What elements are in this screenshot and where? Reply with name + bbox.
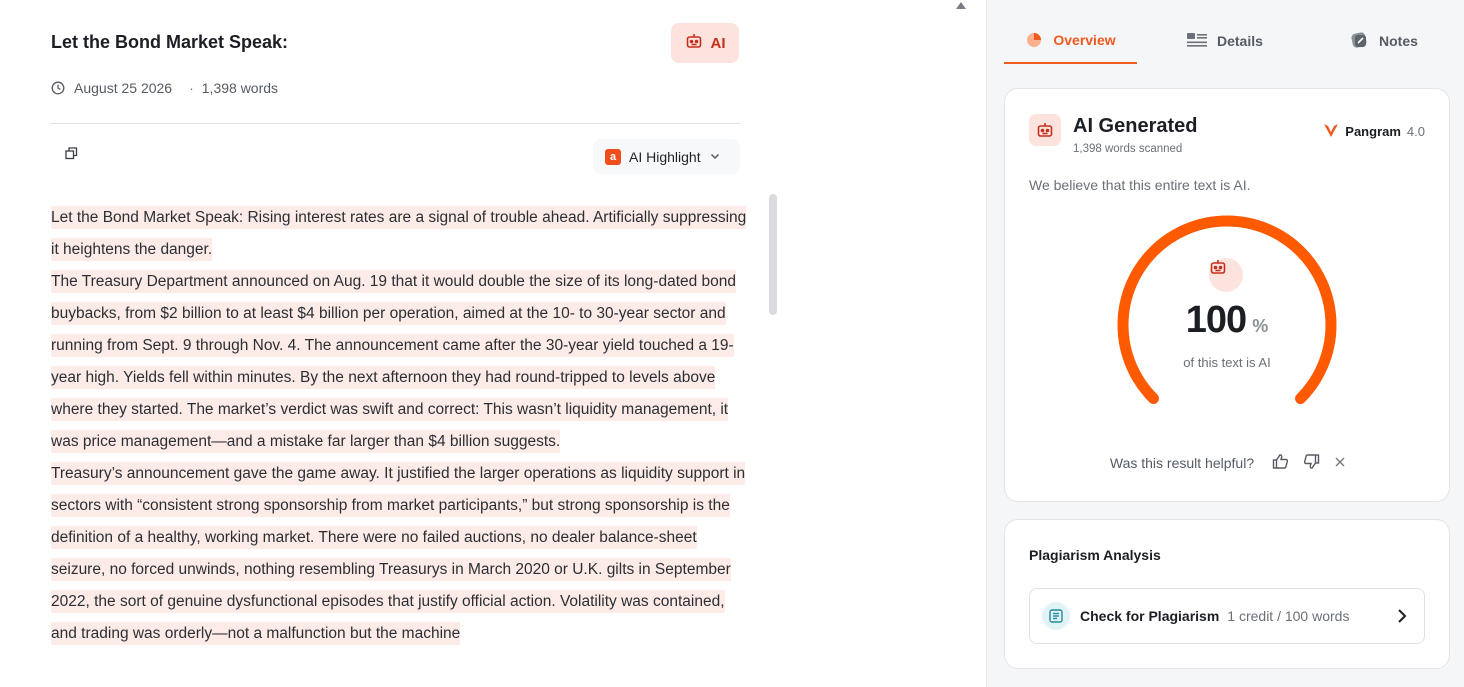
robot-icon bbox=[685, 32, 703, 54]
check-plagiarism-label: Check for Plagiarism bbox=[1080, 608, 1220, 624]
document-title: Let the Bond Market Speak: bbox=[51, 32, 289, 52]
chevron-down-icon bbox=[709, 149, 721, 165]
brand-version: 4.0 bbox=[1406, 124, 1425, 139]
words-scanned: 1,398 words scanned bbox=[1073, 143, 1183, 155]
plagiarism-credit-cost: 1 credit / 100 words bbox=[1227, 608, 1350, 624]
check-plagiarism-button[interactable]: Check for Plagiarism 1 credit / 100 word… bbox=[1029, 588, 1425, 644]
scroll-up-arrow[interactable] bbox=[956, 2, 966, 9]
thumbs-up-icon[interactable] bbox=[1272, 453, 1289, 473]
text-scrollbar[interactable] bbox=[769, 194, 777, 315]
ai-highlighted-text: Treasury’s announcement gave the game aw… bbox=[51, 462, 746, 645]
ai-result-card: AI Generated 1,398 words scanned Pangram… bbox=[1004, 88, 1450, 502]
divider bbox=[50, 123, 740, 124]
ai-percentage: 100 % bbox=[1115, 299, 1339, 342]
tab-overview-label: Overview bbox=[1053, 32, 1116, 48]
copy-button[interactable] bbox=[63, 147, 79, 165]
result-statement: We believe that this entire text is AI. bbox=[1029, 177, 1251, 193]
plagiarism-scan-icon bbox=[1042, 602, 1070, 630]
plagiarism-title: Plagiarism Analysis bbox=[1029, 547, 1161, 563]
ai-badge-label: AI bbox=[710, 34, 726, 52]
tab-details[interactable]: Details bbox=[1187, 18, 1263, 64]
result-title: AI Generated bbox=[1073, 115, 1198, 137]
copy-icon bbox=[64, 147, 78, 165]
document-word-count: 1,398 words bbox=[201, 80, 279, 96]
plagiarism-card: Plagiarism Analysis Check for Plagiarism… bbox=[1004, 519, 1450, 669]
close-icon[interactable] bbox=[1334, 455, 1346, 471]
pangram-logo-icon: a bbox=[605, 148, 621, 165]
ai-badge[interactable]: AI bbox=[671, 23, 739, 63]
ai-highlighted-text: The Treasury Department announced on Aug… bbox=[51, 270, 737, 453]
tab-notes-label: Notes bbox=[1379, 33, 1418, 49]
chevron-right-icon bbox=[1394, 607, 1410, 630]
ai-score-gauge: 100 % of this text is AI bbox=[1115, 213, 1339, 423]
model-brand: Pangram 4.0 bbox=[1323, 122, 1425, 141]
sidebar-tabs: Overview Details Notes bbox=[1004, 18, 1449, 64]
ai-highlighted-text: Let the Bond Market Speak: Rising intere… bbox=[51, 206, 747, 261]
tab-notes[interactable]: Notes bbox=[1349, 18, 1418, 64]
percent-sign: % bbox=[1252, 316, 1269, 336]
document-date: August 25 2026 bbox=[74, 80, 173, 96]
robot-icon bbox=[1029, 114, 1061, 146]
pangram-logo-icon bbox=[1323, 122, 1339, 141]
meta-separator: · bbox=[189, 80, 194, 96]
details-icon bbox=[1187, 32, 1207, 51]
tab-details-label: Details bbox=[1217, 33, 1263, 49]
ai-highlight-dropdown[interactable]: a AI Highlight bbox=[593, 139, 740, 174]
tab-overview[interactable]: Overview bbox=[1004, 18, 1137, 64]
analysis-sidebar: Overview Details Notes AI Generated 1,39… bbox=[986, 0, 1464, 687]
paragraph: Let the Bond Market Speak: Rising intere… bbox=[51, 202, 751, 266]
robot-icon bbox=[1209, 258, 1243, 292]
ai-highlight-label: AI Highlight bbox=[629, 148, 701, 165]
percent-caption: of this text is AI bbox=[1183, 355, 1271, 370]
document-meta: August 25 2026 · 1,398 words bbox=[51, 80, 278, 96]
feedback-row: Was this result helpful? bbox=[1005, 453, 1451, 473]
document-pane: Let the Bond Market Speak: AI August 25 … bbox=[0, 0, 986, 687]
thumbs-down-icon[interactable] bbox=[1303, 453, 1320, 473]
paragraph: The Treasury Department announced on Aug… bbox=[51, 266, 751, 458]
clock-icon bbox=[51, 81, 65, 95]
percent-value: 100 bbox=[1185, 299, 1247, 341]
feedback-question: Was this result helpful? bbox=[1109, 455, 1255, 471]
brand-name: Pangram bbox=[1345, 124, 1401, 139]
document-body: Let the Bond Market Speak: Rising intere… bbox=[51, 202, 751, 650]
paragraph: Treasury’s announcement gave the game aw… bbox=[51, 458, 751, 650]
notes-icon bbox=[1349, 31, 1369, 52]
overview-icon bbox=[1025, 30, 1043, 51]
